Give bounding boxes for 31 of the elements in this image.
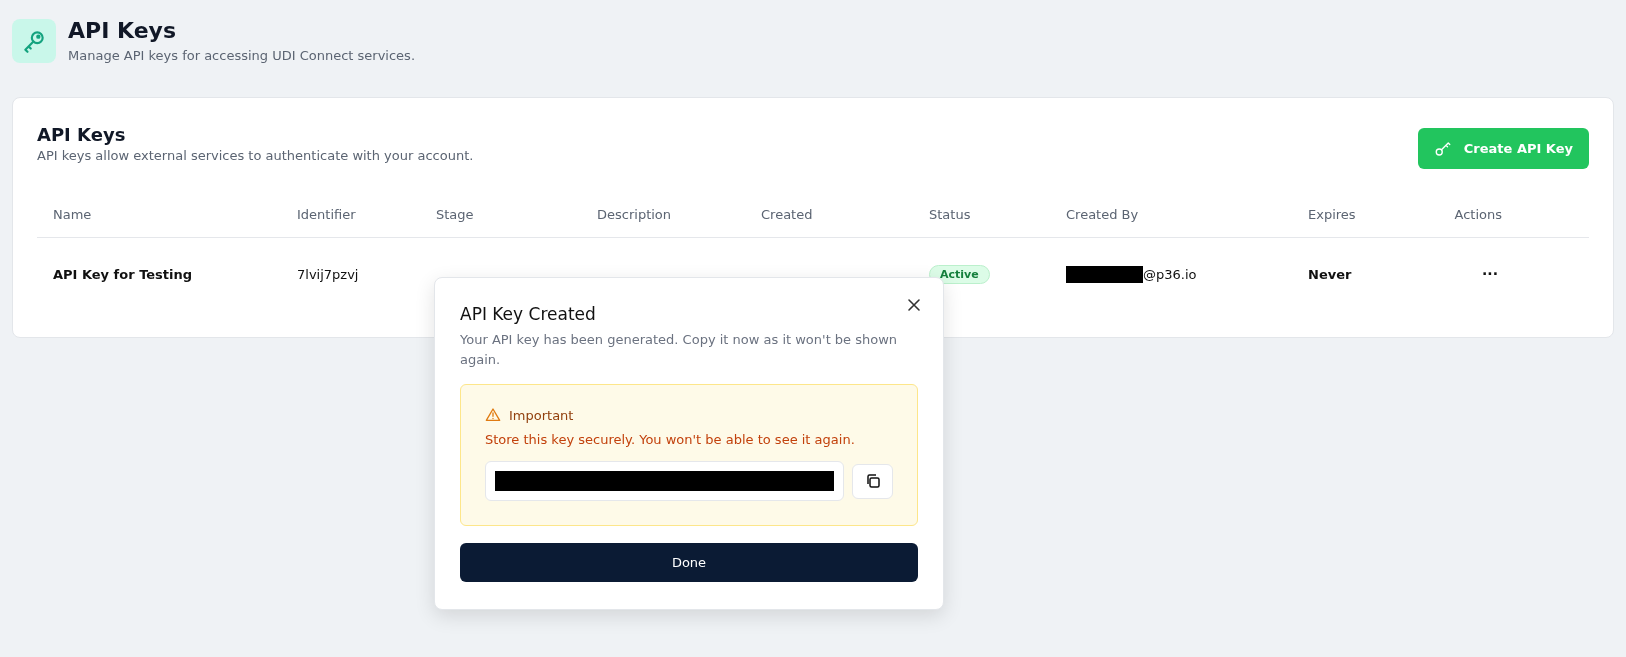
warning-icon [485,407,501,423]
column-header: Description [597,206,672,222]
dialog-title: API Key Created [460,304,597,324]
alert-title: Important [509,407,574,423]
column-header: Expires [1308,206,1356,222]
table-cell: 7lvij7pzvj [297,266,359,282]
column-header: Status [929,206,971,222]
key-icon [12,19,56,63]
table-cell: @p36.io [1143,266,1197,282]
column-header: Created By [1066,206,1139,222]
card-title: API Keys [37,124,127,145]
page-subtitle: Manage API keys for accessing UDI Connect services. [68,48,416,63]
close-icon[interactable] [905,296,923,314]
status-badge: Active [929,264,990,284]
alert-message: Store this key securely. You won't be able to see it again. [485,432,856,447]
column-header: Name [53,206,92,222]
card-description: API keys allow external services to authenticate with your account. [37,148,474,163]
table-cell: Never [1308,266,1352,282]
column-header: Actions [1454,206,1502,222]
done-button[interactable]: Done [460,543,918,582]
more-actions-button[interactable]: ··· [1478,266,1502,282]
page-title: API Keys [68,18,177,43]
copy-icon [864,473,881,489]
key-icon [1433,139,1452,158]
table-cell: API Key for Testing [53,266,193,282]
column-header: Identifier [297,206,356,222]
column-header: Stage [436,206,474,222]
column-header: Created [761,206,813,222]
api-key-field[interactable] [485,461,844,501]
copy-button[interactable] [852,463,893,499]
dialog-description: Your API key has been generated. Copy it now as it won't be shown again. [460,331,899,369]
